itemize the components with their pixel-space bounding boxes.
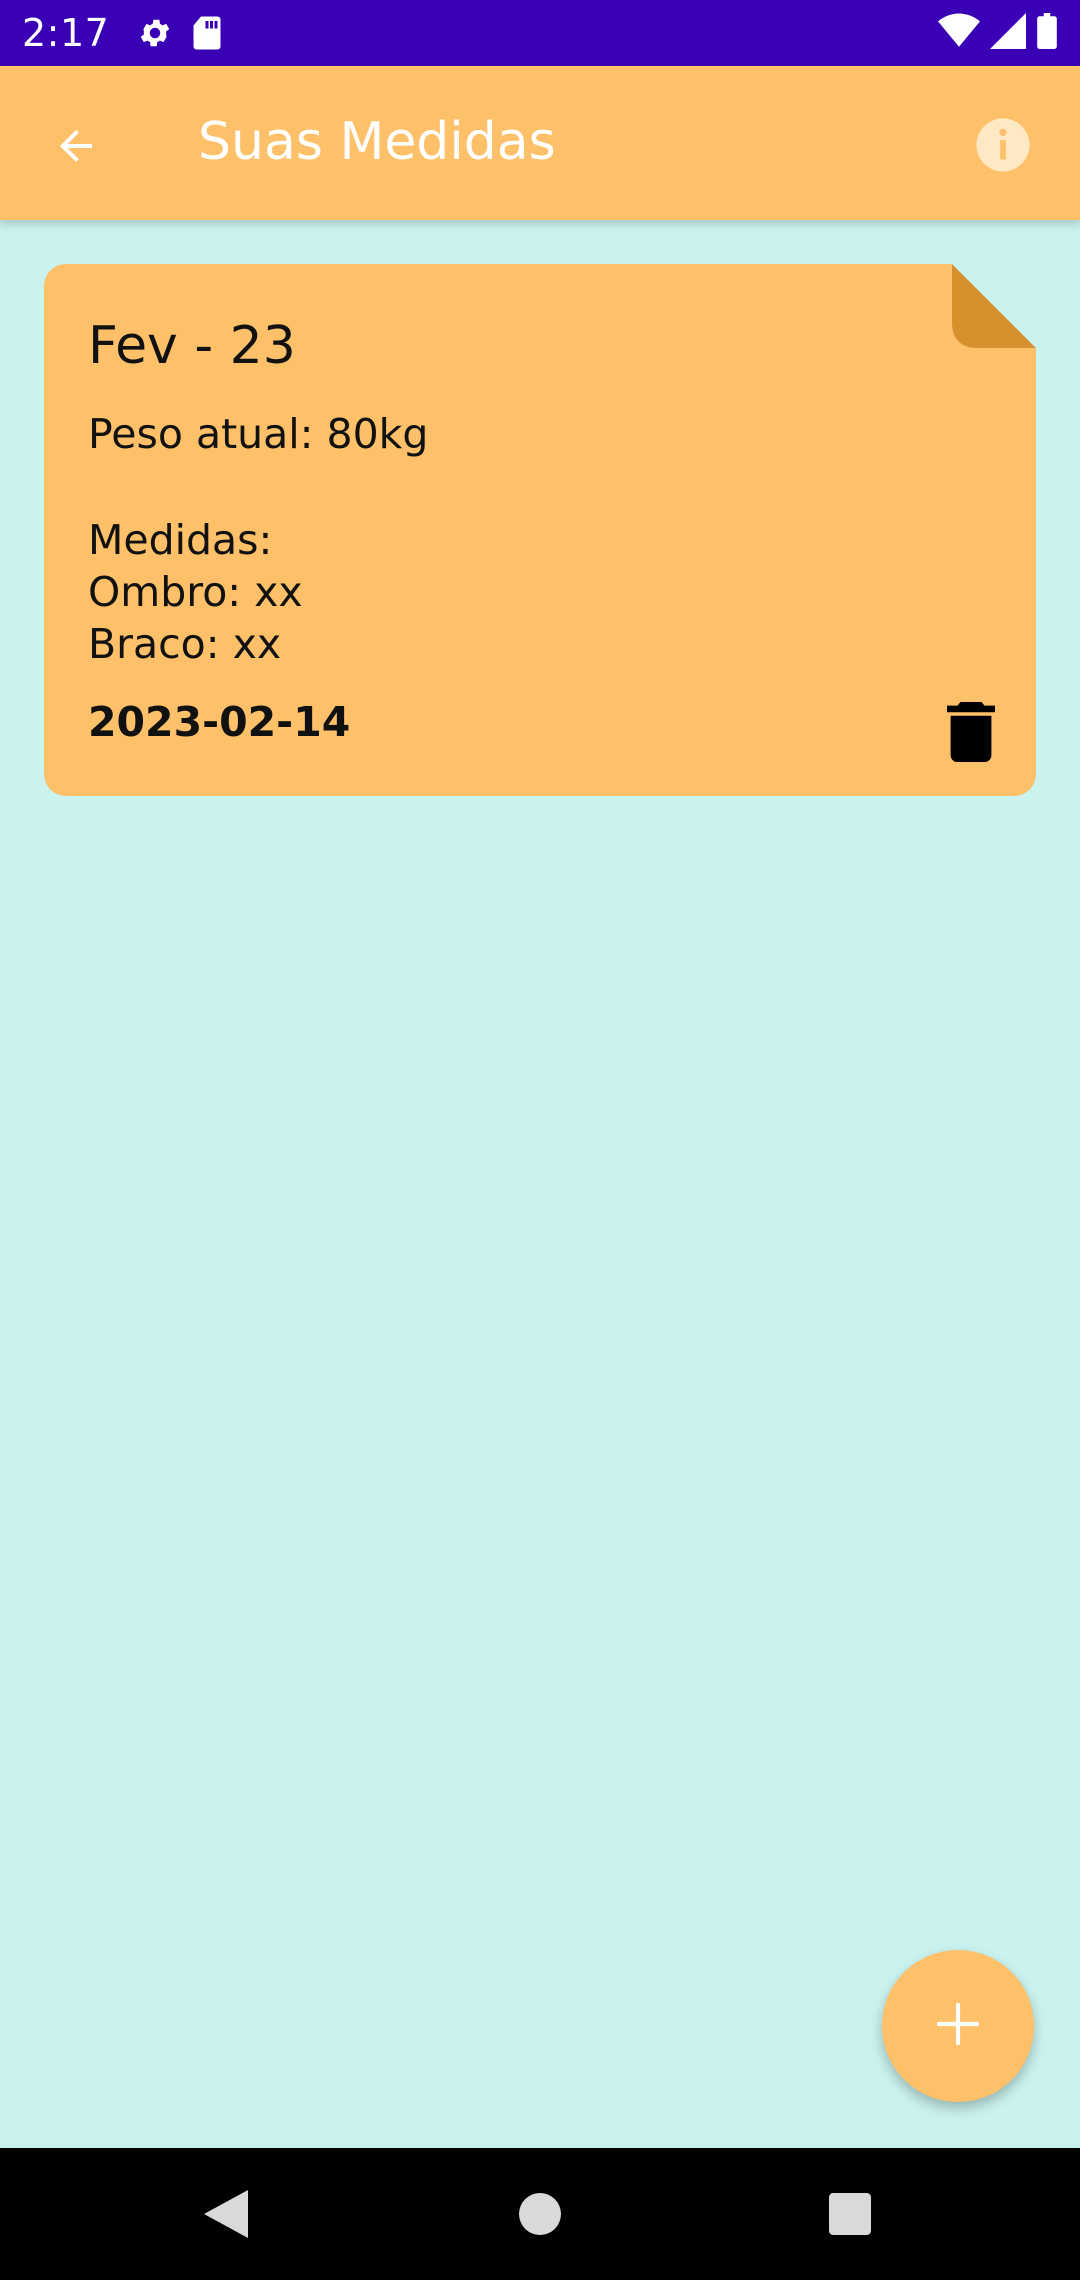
arrow-back-icon bbox=[52, 122, 100, 175]
nav-home-button[interactable] bbox=[510, 2188, 570, 2244]
page-fold-icon bbox=[952, 264, 1036, 348]
gear-icon bbox=[137, 15, 173, 51]
measure-line: Braco: xx bbox=[88, 620, 282, 668]
app-bar: Suas Medidas bbox=[0, 66, 1080, 220]
card-title: Fev - 23 bbox=[88, 316, 296, 376]
card-date: 2023-02-14 bbox=[88, 698, 351, 746]
card-measures: Medidas: Ombro: xx Braco: xx bbox=[88, 514, 303, 670]
status-right bbox=[938, 12, 1058, 54]
battery-icon bbox=[1036, 12, 1058, 54]
nav-back-icon bbox=[204, 2189, 248, 2243]
nav-recents-icon bbox=[829, 2192, 871, 2240]
system-nav-bar bbox=[0, 2148, 1080, 2280]
delete-button[interactable] bbox=[944, 702, 998, 762]
page-title: Suas Medidas bbox=[198, 112, 556, 172]
wifi-icon bbox=[938, 13, 980, 54]
status-time: 2:17 bbox=[22, 11, 110, 55]
plus-icon bbox=[933, 1999, 983, 2054]
info-icon bbox=[974, 118, 1032, 178]
signal-icon bbox=[990, 12, 1026, 54]
nav-home-icon bbox=[519, 2192, 561, 2240]
measure-line: Ombro: xx bbox=[88, 568, 303, 616]
trash-icon bbox=[944, 702, 998, 766]
measures-label: Medidas: bbox=[88, 516, 273, 564]
measure-card[interactable]: Fev - 23 Peso atual: 80kg Medidas: Ombro… bbox=[44, 264, 1036, 796]
status-bar: 2:17 bbox=[0, 0, 1080, 66]
info-button[interactable] bbox=[974, 116, 1032, 174]
sd-card-icon bbox=[191, 15, 223, 51]
card-weight: Peso atual: 80kg bbox=[88, 410, 429, 458]
nav-back-button[interactable] bbox=[196, 2188, 256, 2244]
back-button[interactable] bbox=[44, 116, 108, 180]
nav-recents-button[interactable] bbox=[820, 2188, 880, 2244]
add-measure-button[interactable] bbox=[882, 1950, 1034, 2102]
